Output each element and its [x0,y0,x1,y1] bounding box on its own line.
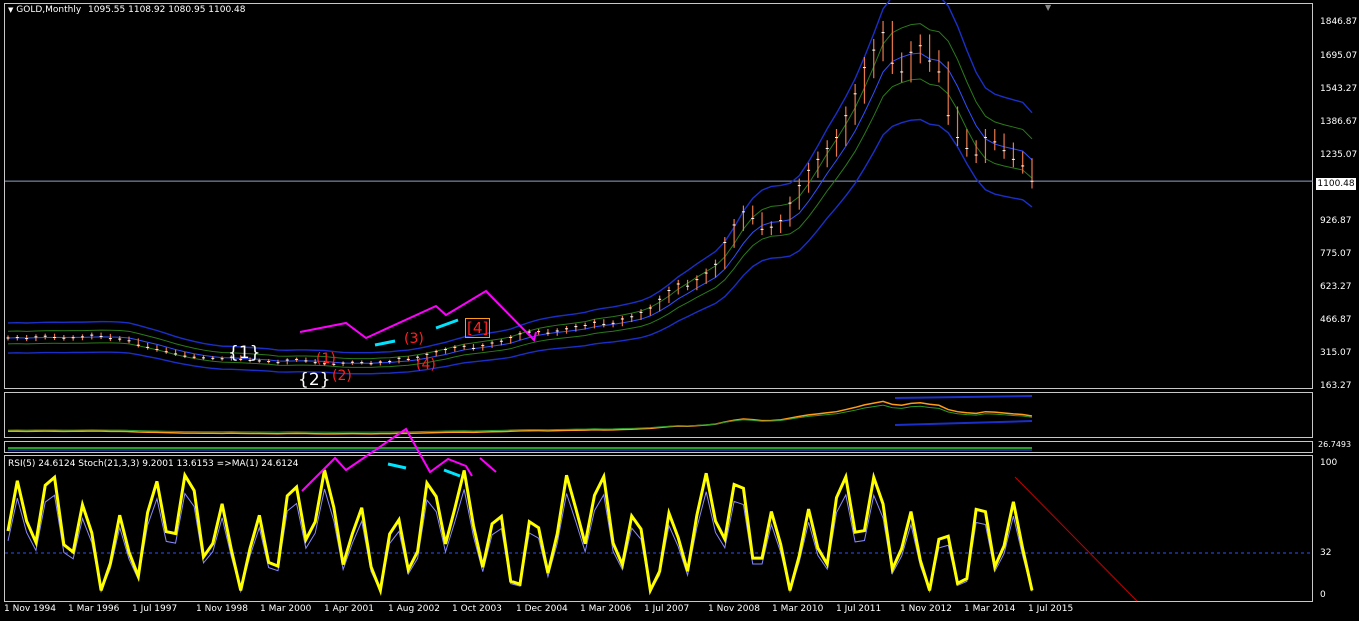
time-tick: 1 Mar 1996 [68,604,120,614]
time-tick: 1 Aug 2002 [388,604,440,614]
rsi-cyan-arrow-1 [387,462,407,470]
moving-average-line [7,52,1033,364]
wave-box-label: [4] [465,318,491,338]
price-tick: 1846.87 [1320,17,1358,27]
subwave-label-2: (2) [332,368,352,384]
inner-band-upper-line [7,23,1033,360]
rsi-wave-arrow-icon [479,457,497,473]
time-tick: 1 Nov 1994 [4,604,56,614]
price-tick: 466.87 [1320,315,1352,325]
rsi-label: RSI(5) 24.6124 Stoch(21,3,3) 9.2001 13.6… [8,459,299,469]
time-tick: 1 Jul 2011 [836,604,882,614]
time-tick: 1 Apr 2001 [324,604,374,614]
price-tick: 163.27 [1320,381,1352,391]
symbol-label: GOLD,Monthly [16,5,82,15]
price-tick: 315.07 [1320,348,1352,358]
time-tick: 1 Oct 2003 [452,604,502,614]
subwave-label-4: (4) [416,357,436,373]
time-tick: 1 Jul 1997 [132,604,178,614]
price-tick: 1235.07 [1320,150,1358,160]
macd-value: 26.7493 [1318,440,1352,449]
indicator-green-line [7,404,1033,433]
ohlc-values: 1095.55 1108.92 1080.95 1100.48 [88,5,246,15]
rsi-level-32: 32 [1320,548,1332,558]
time-tick: 1 Nov 2008 [708,604,760,614]
price-tick: 1543.27 [1320,84,1358,94]
time-tick: 1 Mar 2014 [964,604,1016,614]
chart-header: ▼ GOLD,Monthly 1095.55 1108.92 1080.95 1… [8,5,246,15]
subwave-label-1: (1) [316,351,336,367]
price-tick: 926.87 [1320,216,1352,226]
time-tick: 1 Mar 2010 [772,604,824,614]
chart-canvas[interactable] [0,0,1359,621]
rsi-line [6,469,1034,597]
scroll-marker-icon[interactable]: ▼ [1045,3,1051,12]
time-tick: 1 Nov 1998 [196,604,248,614]
price-tick: 775.07 [1320,249,1352,259]
cyan-arrow-2 [435,318,459,330]
time-tick: 1 Dec 2004 [516,604,568,614]
rsi-level-0: 0 [1320,590,1326,600]
time-tick: 1 Jul 2015 [1028,604,1074,614]
price-tick: 1695.07 [1320,51,1358,61]
indicator-band-upper [894,395,1033,399]
wave-label-1: {1} [228,343,261,363]
rsi-cyan-arrow-2 [443,468,461,478]
indicator-band-lower [894,420,1033,426]
cyan-arrow-1 [374,339,396,347]
price-tick: 1386.67 [1320,117,1358,127]
inner-band-lower-line [7,78,1033,368]
subwave-label-3: (3) [404,331,424,347]
time-tick: 1 Mar 2000 [260,604,312,614]
time-tick: 1 Mar 2006 [580,604,632,614]
wave-label-2: {2} [298,370,331,390]
rsi-trend-line [1014,476,1138,602]
current-price-box: 1100.48 [1316,178,1356,190]
rsi-level-100: 100 [1320,458,1338,468]
dropdown-icon[interactable]: ▼ [8,6,13,14]
price-tick: 623.27 [1320,282,1352,292]
time-tick: 1 Nov 2012 [900,604,952,614]
time-tick: 1 Jul 2007 [644,604,690,614]
bollinger-upper-line [7,0,1033,354]
